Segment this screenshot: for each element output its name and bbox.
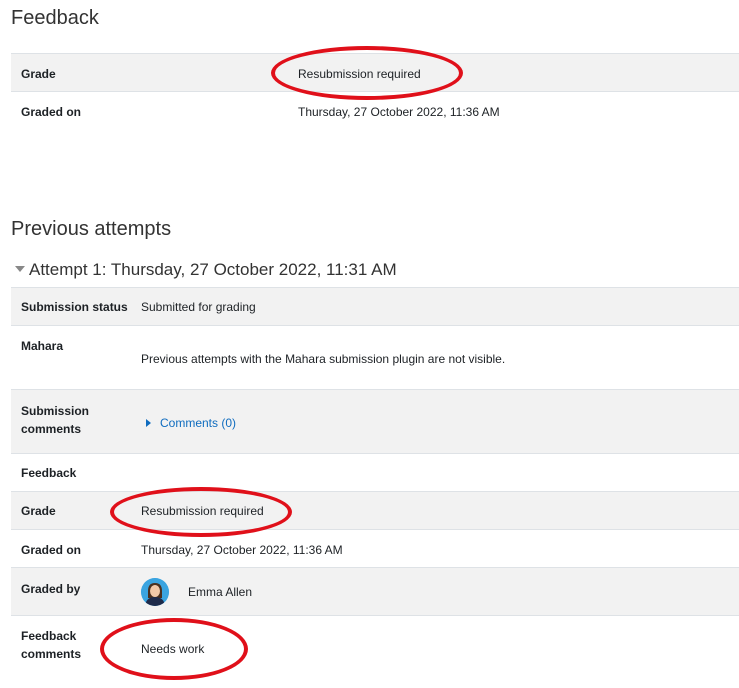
feedback-comments-label: Feedback comments xyxy=(21,627,81,663)
comments-link[interactable]: Comments (0) xyxy=(160,416,236,430)
grader-name[interactable]: Emma Allen xyxy=(188,584,252,600)
attempt-graded-on-value: Thursday, 27 October 2022, 11:36 AM xyxy=(141,543,343,557)
submission-comments-row: Submission comments Comments (0) xyxy=(11,390,739,454)
attempt-grade-value: Resubmission required xyxy=(141,504,264,518)
attempt-graded-on-label: Graded on xyxy=(21,543,82,557)
graded-by-row: Graded by Emma Allen xyxy=(11,568,739,616)
mahara-label: Mahara xyxy=(21,339,64,353)
caret-down-icon xyxy=(15,266,25,272)
grade-label: Grade xyxy=(21,67,56,81)
previous-attempts-title: Previous attempts xyxy=(11,218,172,240)
feedback-comments-row: Feedback comments Needs work xyxy=(11,616,739,684)
submission-comments-label: Submission comments xyxy=(21,402,89,438)
mahara-value: Previous attempts with the Mahara submis… xyxy=(141,352,506,366)
feedback-comments-value: Needs work xyxy=(141,642,205,656)
submission-status-label: Submission status xyxy=(21,300,128,314)
attempt-1-header: Attempt 1: Thursday, 27 October 2022, 11… xyxy=(29,260,397,279)
submission-status-value: Submitted for grading xyxy=(141,300,256,314)
comments-toggle[interactable]: Comments (0) xyxy=(146,415,236,431)
graded-by-label: Graded by xyxy=(21,582,81,596)
user-avatar-icon xyxy=(141,578,169,606)
graded-on-label: Graded on xyxy=(21,105,82,119)
feedback-label: Feedback xyxy=(21,466,77,480)
submission-comments-label-line2: comments xyxy=(21,422,82,436)
submission-comments-label-line1: Submission xyxy=(21,404,90,418)
feedback-heading-row: Feedback xyxy=(11,454,739,492)
attempt-grade-row: Grade Resubmission required xyxy=(11,492,739,530)
feedback-graded-on-row: Graded on Thursday, 27 October 2022, 11:… xyxy=(11,92,739,132)
graded-on-value: Thursday, 27 October 2022, 11:36 AM xyxy=(298,105,500,119)
feedback-comments-label-line2: comments xyxy=(21,647,82,661)
feedback-grade-row: Grade Resubmission required xyxy=(11,54,739,92)
avatar[interactable] xyxy=(141,578,169,606)
submission-status-row: Submission status Submitted for grading xyxy=(11,288,739,326)
mahara-row: Mahara Previous attempts with the Mahara… xyxy=(11,326,739,390)
attempt-graded-on-row: Graded on Thursday, 27 October 2022, 11:… xyxy=(11,530,739,568)
attempt-1-toggle[interactable]: Attempt 1: Thursday, 27 October 2022, 11… xyxy=(15,260,397,280)
caret-right-icon xyxy=(146,419,151,427)
previous-attempt-table: Submission status Submitted for grading … xyxy=(11,287,739,684)
feedback-comments-label-line1: Feedback xyxy=(21,629,77,643)
feedback-table: Grade Resubmission required Graded on Th… xyxy=(11,53,739,132)
grade-value: Resubmission required xyxy=(298,67,421,81)
attempt-grade-label: Grade xyxy=(21,504,56,518)
feedback-title: Feedback xyxy=(11,7,99,29)
